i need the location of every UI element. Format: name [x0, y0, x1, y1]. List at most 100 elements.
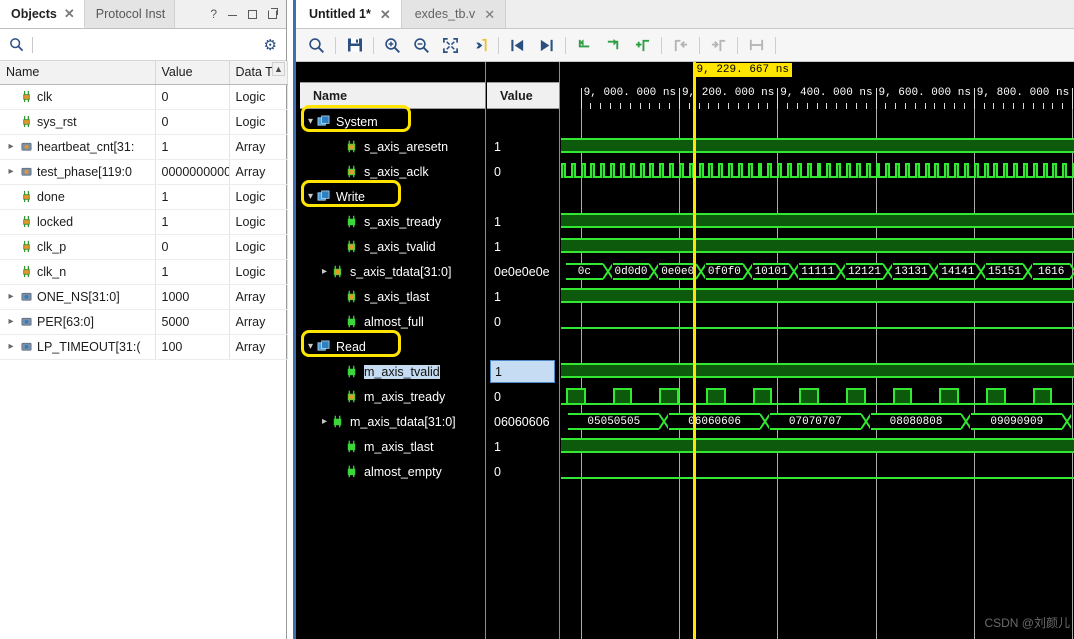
- waveform-signal-row[interactable]: ▸ s_axis_tdata[31:0]: [300, 259, 485, 284]
- object-name-cell[interactable]: ▸clk: [0, 84, 156, 110]
- waveform-signal-value[interactable]: 0: [487, 459, 559, 484]
- objects-scroll-up-button[interactable]: ▲: [272, 62, 285, 76]
- waveform-signal-value[interactable]: 0: [487, 309, 559, 334]
- object-name-cell[interactable]: ▸ heartbeat_cnt[31:: [0, 134, 156, 160]
- waveform-signal-row[interactable]: ▸s_axis_tlast: [300, 284, 485, 309]
- column-header-name[interactable]: Name: [0, 61, 156, 85]
- previous-transition-icon[interactable]: [503, 32, 532, 59]
- table-row[interactable]: ▸locked1Logic: [0, 209, 288, 235]
- goto-time-icon[interactable]: [465, 32, 494, 59]
- waveform-value-header-label[interactable]: Value: [487, 82, 559, 109]
- waveform-signal-value[interactable]: 1: [487, 234, 559, 259]
- close-icon[interactable]: ✕: [64, 7, 75, 20]
- prev-marker-icon[interactable]: [570, 32, 599, 59]
- table-row[interactable]: ▸ heartbeat_cnt[31: 1 Array: [0, 134, 288, 160]
- column-header-value[interactable]: Value: [155, 61, 230, 85]
- save-icon[interactable]: [340, 32, 369, 59]
- close-icon[interactable]: ✕: [380, 8, 391, 21]
- time-ruler[interactable]: 9, 000. 000 ns 9, 200. 000 ns 9, 400. 000 …: [561, 62, 1074, 109]
- waveform-signal-value[interactable]: 1: [487, 284, 559, 309]
- object-value-cell[interactable]: 0: [155, 234, 230, 260]
- waveform-signal-row[interactable]: ▸almost_empty: [300, 459, 485, 484]
- popout-icon[interactable]: [268, 7, 278, 19]
- table-row[interactable]: ▸ ONE_NS[31:0] 1000 Array: [0, 284, 288, 310]
- minimize-icon[interactable]: [228, 14, 237, 17]
- object-value-cell[interactable]: 1000: [155, 284, 230, 310]
- expand-arrow-icon[interactable]: ▸: [6, 141, 16, 152]
- expand-arrow-icon[interactable]: ▸: [6, 341, 16, 352]
- waveform-signal-value[interactable]: [487, 109, 559, 134]
- waveform-group-row[interactable]: ▾ Read: [300, 334, 485, 359]
- waveform-signal-value[interactable]: 1: [487, 209, 559, 234]
- measure-icon[interactable]: [742, 32, 771, 59]
- tab-exdes-tb-v[interactable]: exdes_tb.v ✕: [401, 0, 507, 28]
- waveform-group-row[interactable]: ▾ Write: [300, 184, 485, 209]
- object-value-cell[interactable]: 0: [155, 109, 230, 135]
- maximize-icon[interactable]: [248, 9, 257, 19]
- waveform-signal-value[interactable]: 1: [490, 360, 555, 383]
- table-row[interactable]: ▸ PER[63:0] 5000 Array: [0, 309, 288, 335]
- object-value-cell[interactable]: 5000: [155, 309, 230, 335]
- waveform-signal-value[interactable]: 0e0e0e0e: [487, 259, 559, 284]
- object-value-cell[interactable]: 0: [155, 84, 230, 110]
- table-row[interactable]: ▸sys_rst0Logic: [0, 109, 288, 135]
- time-cursor[interactable]: [692, 62, 696, 639]
- marker-right-icon[interactable]: [704, 32, 733, 59]
- object-value-cell[interactable]: 1: [155, 134, 230, 160]
- waveform-signal-value[interactable]: 06060606: [487, 409, 559, 434]
- object-value-cell[interactable]: 1: [155, 184, 230, 210]
- close-icon[interactable]: ✕: [484, 8, 495, 21]
- expand-arrow-icon[interactable]: ▸: [6, 316, 16, 327]
- object-name-cell[interactable]: ▸ test_phase[119:0: [0, 159, 156, 185]
- zoom-out-icon[interactable]: [407, 32, 436, 59]
- waveform-signal-value[interactable]: 1: [487, 434, 559, 459]
- waveform-signal-value[interactable]: 0: [487, 159, 559, 184]
- tab-objects[interactable]: Objects ✕: [0, 0, 85, 28]
- waveform-signal-row[interactable]: ▸m_axis_tready: [300, 384, 485, 409]
- waveform-signal-row[interactable]: ▸s_axis_aclk: [300, 159, 485, 184]
- waveform-group-row[interactable]: ▾ System: [300, 109, 485, 134]
- chevron-down-icon[interactable]: ▾: [304, 341, 317, 352]
- next-marker-icon[interactable]: [599, 32, 628, 59]
- chevron-right-icon[interactable]: ▸: [318, 416, 331, 427]
- object-name-cell[interactable]: ▸locked: [0, 209, 156, 235]
- waveform-signal-row[interactable]: ▸m_axis_tlast: [300, 434, 485, 459]
- object-value-cell[interactable]: 1: [155, 259, 230, 285]
- zoom-in-icon[interactable]: [378, 32, 407, 59]
- waveform-signal-row[interactable]: ▸s_axis_aresetn: [300, 134, 485, 159]
- search-icon[interactable]: [302, 32, 331, 59]
- waveform-signal-row[interactable]: ▸s_axis_tvalid: [300, 234, 485, 259]
- marker-left-icon[interactable]: [666, 32, 695, 59]
- expand-arrow-icon[interactable]: ▸: [6, 291, 16, 302]
- object-name-cell[interactable]: ▸ PER[63:0]: [0, 309, 156, 335]
- object-value-cell[interactable]: 100: [155, 334, 230, 360]
- waveform-signal-value[interactable]: 0: [487, 384, 559, 409]
- chevron-down-icon[interactable]: ▾: [304, 116, 317, 127]
- gear-icon[interactable]: ⚙: [264, 36, 277, 54]
- waveform-signal-row[interactable]: ▸m_axis_tvalid: [300, 359, 485, 384]
- expand-arrow-icon[interactable]: ▸: [6, 166, 16, 177]
- object-name-cell[interactable]: ▸sys_rst: [0, 109, 156, 135]
- object-name-cell[interactable]: ▸clk_n: [0, 259, 156, 285]
- table-row[interactable]: ▸clk_n1Logic: [0, 259, 288, 285]
- tab-protocol-inst[interactable]: Protocol Inst: [84, 0, 176, 28]
- table-row[interactable]: ▸done1Logic: [0, 184, 288, 210]
- waveform-signal-row[interactable]: ▸ m_axis_tdata[31:0]: [300, 409, 485, 434]
- object-name-cell[interactable]: ▸ ONE_NS[31:0]: [0, 284, 156, 310]
- object-name-cell[interactable]: ▸done: [0, 184, 156, 210]
- tab-untitled-1[interactable]: Untitled 1* ✕: [296, 0, 402, 28]
- waveform-signal-value[interactable]: [487, 334, 559, 359]
- object-name-cell[interactable]: ▸ LP_TIMEOUT[31:(: [0, 334, 156, 360]
- waveform-signal-value[interactable]: 1: [487, 134, 559, 159]
- waveform-signal-row[interactable]: ▸s_axis_tready: [300, 209, 485, 234]
- search-icon[interactable]: [9, 37, 24, 52]
- waveform-signal-value[interactable]: [487, 184, 559, 209]
- table-row[interactable]: ▸ LP_TIMEOUT[31:(100 Array: [0, 334, 288, 360]
- table-row[interactable]: ▸clk0Logic: [0, 84, 288, 110]
- help-icon[interactable]: ?: [210, 7, 217, 21]
- waveform-name-header-label[interactable]: Name: [300, 82, 485, 109]
- object-name-cell[interactable]: ▸clk_p: [0, 234, 156, 260]
- object-value-cell[interactable]: 1: [155, 209, 230, 235]
- objects-search-input[interactable]: [32, 36, 264, 53]
- waveform-signal-row[interactable]: ▸almost_full: [300, 309, 485, 334]
